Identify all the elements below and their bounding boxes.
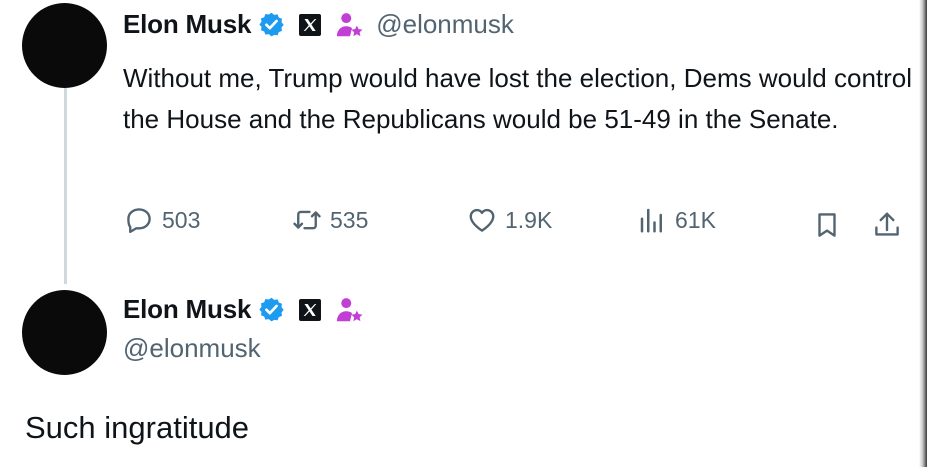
like-button[interactable]: 1.9K (467, 205, 552, 235)
reply-author-name[interactable]: Elon Musk (123, 294, 251, 325)
repost-count: 535 (330, 206, 369, 233)
repost-button[interactable]: 535 (292, 205, 368, 235)
staff-person-star-icon[interactable] (335, 10, 365, 40)
repost-icon (293, 210, 321, 230)
views-button[interactable]: 61K (637, 205, 716, 235)
share-icon (875, 212, 899, 236)
tweet-actions: 503 535 1.9K 61K (0, 205, 927, 245)
views-count: 61K (675, 206, 716, 233)
reply-icon (127, 208, 151, 234)
like-icon (469, 208, 495, 232)
thread-line (64, 88, 67, 284)
staff-person-star-icon[interactable] (335, 295, 365, 325)
views-icon (640, 208, 662, 233)
bookmark-icon (818, 213, 836, 237)
window-edge (919, 0, 927, 467)
reply-text: Such ingratitude (25, 410, 250, 445)
tweet-header: Elon Musk @elonmusk (123, 9, 514, 40)
x-affiliate-badge-icon[interactable] (298, 13, 322, 37)
reply-author-handle[interactable]: @elonmusk (123, 333, 261, 364)
reply-button[interactable]: 503 (124, 205, 200, 235)
reply-count: 503 (162, 206, 201, 233)
x-affiliate-badge-icon[interactable] (298, 298, 322, 322)
author-handle[interactable]: @elonmusk (376, 9, 514, 40)
reply-header: Elon Musk (123, 294, 365, 325)
tweet-text: Without me, Trump would have lost the el… (123, 63, 913, 134)
like-count: 1.9K (505, 206, 553, 233)
author-name[interactable]: Elon Musk (123, 9, 251, 40)
verified-badge-icon[interactable] (258, 296, 285, 323)
share-button[interactable] (872, 210, 902, 245)
avatar[interactable] (22, 3, 107, 88)
reply-avatar[interactable] (22, 290, 107, 375)
verified-badge-icon[interactable] (258, 11, 285, 38)
bookmark-button[interactable] (812, 210, 842, 245)
